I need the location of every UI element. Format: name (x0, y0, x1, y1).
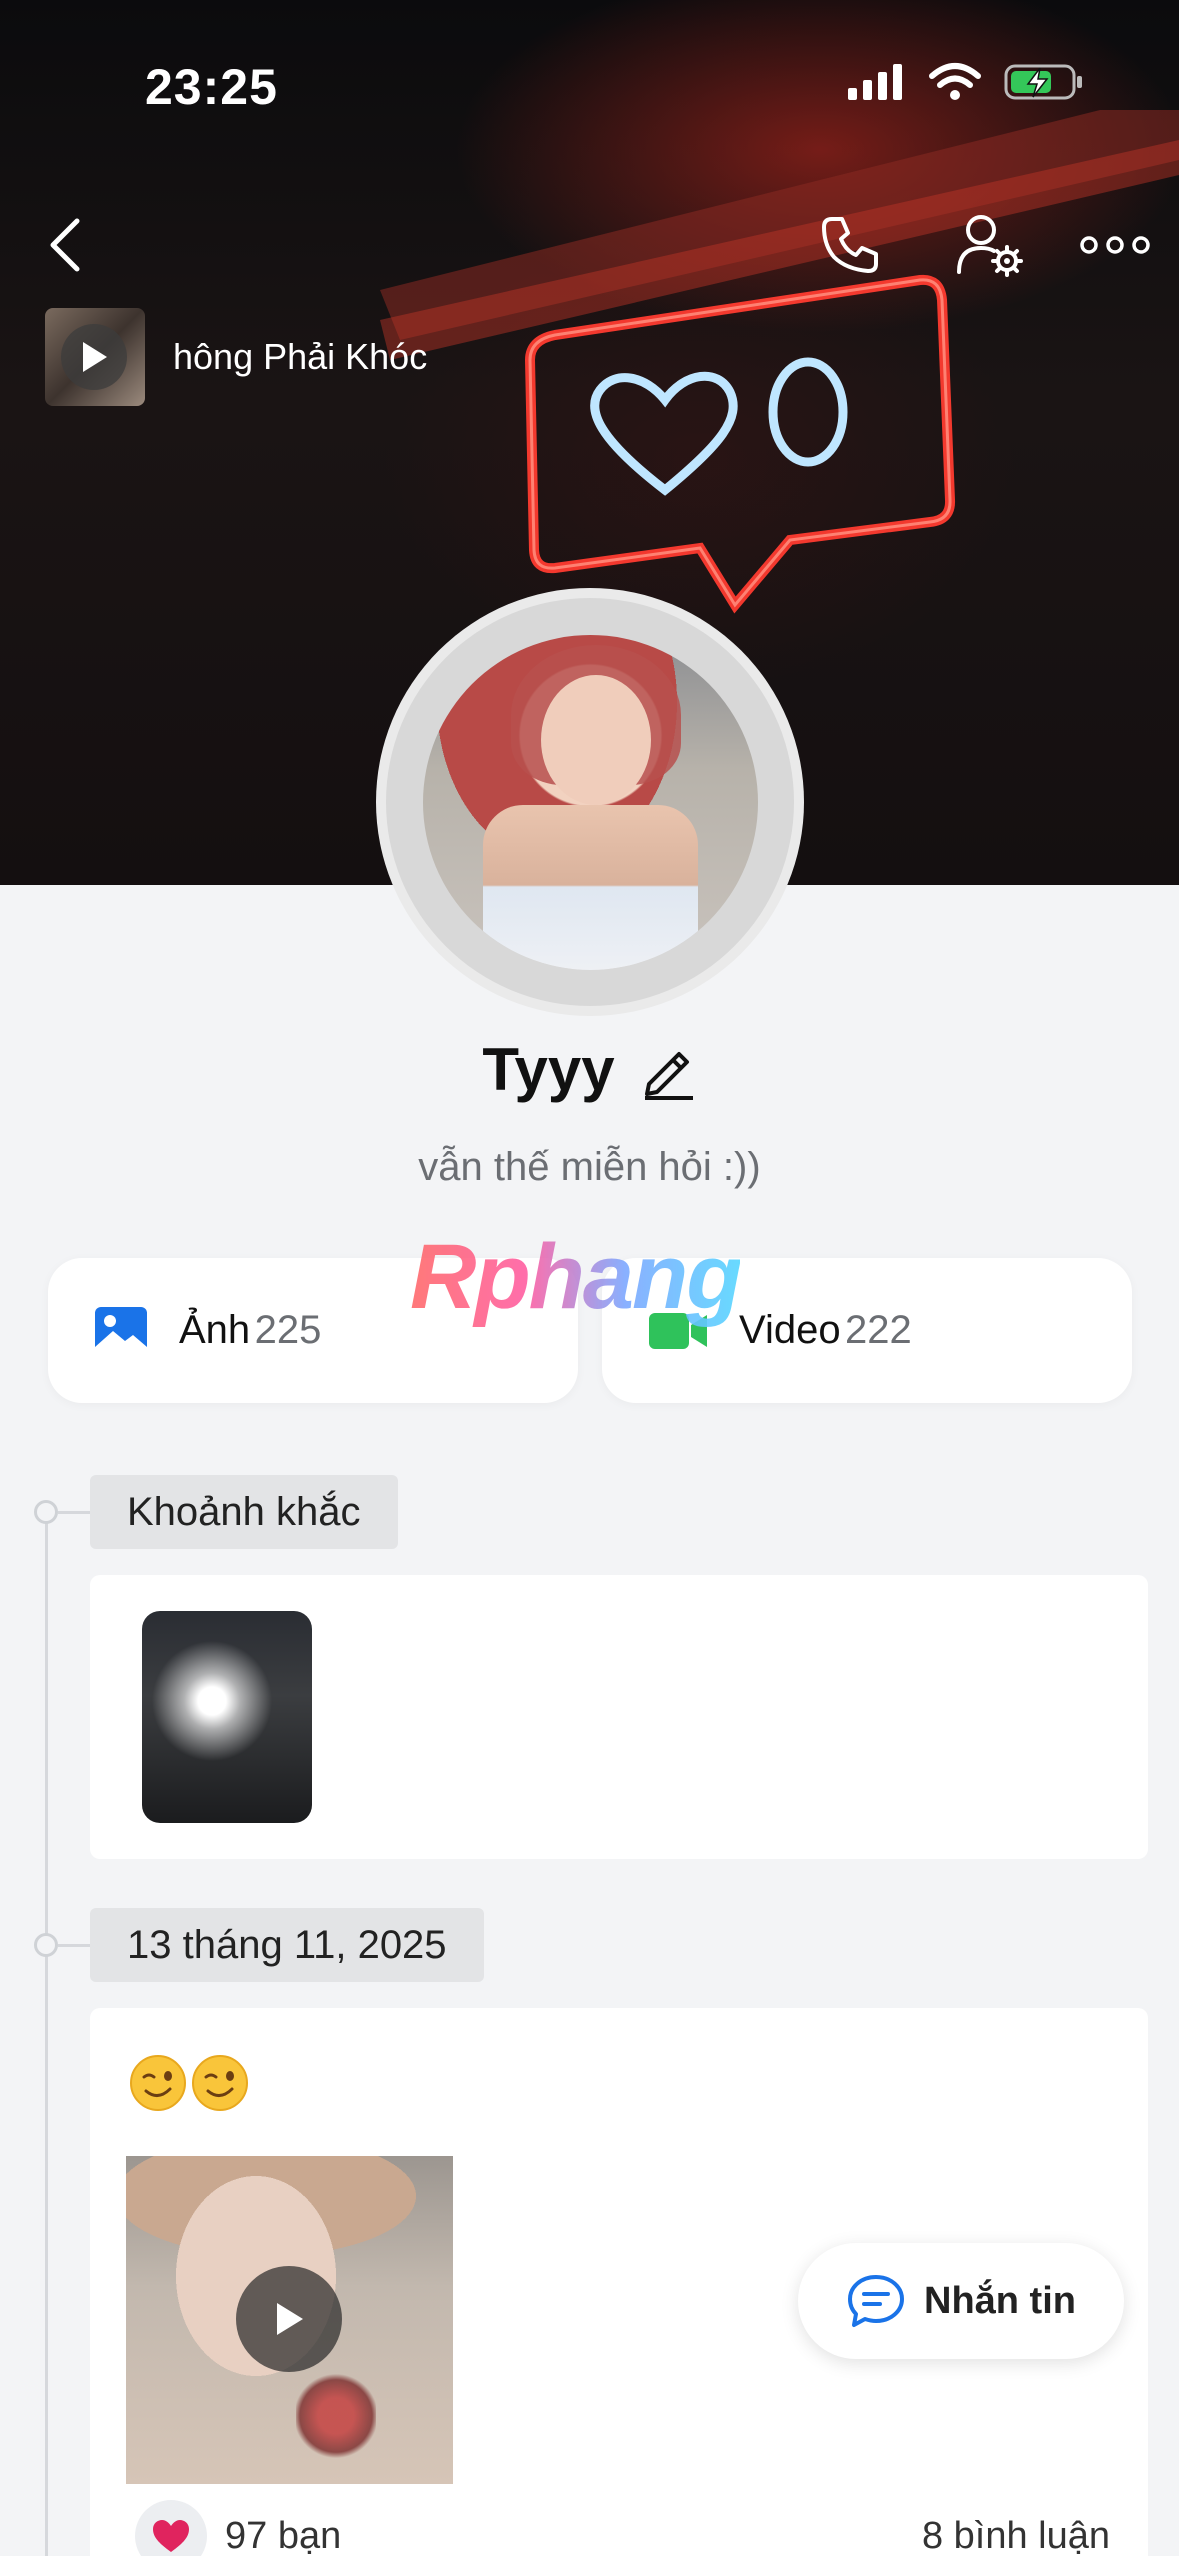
wifi-icon (929, 63, 981, 100)
post-footer: 97 bạn 8 bình luận (135, 2500, 1110, 2556)
more-options-button[interactable] (1070, 205, 1160, 285)
user-settings-icon (957, 215, 1023, 277)
moments-tag: Khoảnh khắc (90, 1475, 398, 1549)
photos-label: Ảnh (179, 1308, 251, 1352)
call-button[interactable] (810, 205, 890, 285)
back-button[interactable] (30, 205, 100, 285)
timeline-dot (34, 1933, 103, 1957)
profile-music[interactable]: hông Phải Khóc (45, 308, 427, 406)
post-date-tag: 13 tháng 11, 2025 (90, 1908, 484, 1982)
profile-name-row: Tyyy (0, 1035, 1179, 1104)
more-icon (1080, 236, 1150, 254)
post-text (128, 2053, 248, 2113)
videos-label: Video (739, 1308, 841, 1352)
pencil-icon (644, 1051, 693, 1100)
comment-count[interactable]: 8 bình luận (922, 2515, 1110, 2556)
reactions[interactable]: 97 bạn (135, 2500, 341, 2556)
profile-avatar[interactable] (386, 598, 794, 1006)
music-thumbnail (45, 308, 145, 406)
reaction-count: 97 bạn (225, 2514, 342, 2556)
chevron-left-icon (50, 218, 80, 272)
message-label: Nhắn tin (924, 2279, 1076, 2322)
avatar-image (422, 634, 758, 970)
watermark-logo: Rphang (410, 1226, 742, 1328)
photos-count: 225 (254, 1308, 322, 1352)
play-icon (61, 324, 127, 390)
post-video-thumbnail[interactable] (126, 2156, 453, 2484)
videos-count: 222 (845, 1308, 912, 1352)
phone-icon (822, 217, 878, 273)
play-icon (236, 2266, 342, 2372)
profile-status: vẫn thế miễn hỏi :)) (418, 1145, 761, 1189)
profile-settings-button[interactable] (945, 205, 1035, 285)
status-icons (846, 62, 1084, 102)
moment-thumbnail[interactable] (142, 1611, 312, 1823)
timeline-line (45, 1512, 48, 2556)
signal-icon (848, 64, 902, 100)
image-icon (95, 1306, 147, 1355)
profile-name: Tyyy (482, 1036, 615, 1103)
battery-icon (1004, 64, 1082, 100)
message-button[interactable]: Nhắn tin (798, 2243, 1124, 2359)
status-time: 23:25 (145, 59, 278, 115)
edit-name-button[interactable] (641, 1040, 697, 1100)
timeline-dot (34, 1500, 103, 1524)
moments-card (90, 1575, 1148, 1859)
winking-face-emoji (130, 2055, 248, 2111)
music-title: hông Phải Khóc (173, 336, 428, 377)
chat-bubble-icon (848, 2275, 904, 2327)
heart-icon (135, 2500, 207, 2556)
